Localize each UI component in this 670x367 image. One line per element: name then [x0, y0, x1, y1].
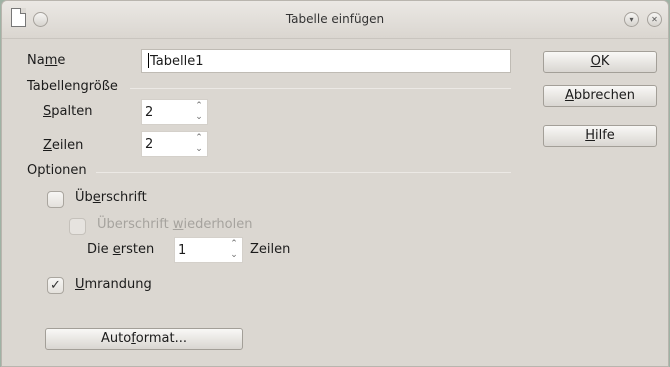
spin-up-icon[interactable]: ⌃: [230, 239, 238, 249]
title-bar: Tabelle einfügen ▾ ✕: [2, 1, 668, 39]
rows-value: 2: [145, 137, 154, 152]
border-checkbox[interactable]: ✓: [47, 277, 64, 294]
first-rows-value: 1: [178, 243, 187, 258]
insert-table-dialog: Tabelle einfügen ▾ ✕ Name Tabelle1 Tabel…: [1, 0, 669, 367]
spin-down-icon[interactable]: ⌄: [195, 112, 203, 122]
window-title: Tabelle einfügen: [285, 12, 385, 26]
columns-spin-arrows[interactable]: ⌃ ⌄: [193, 101, 205, 123]
columns-spinbox[interactable]: 2 ⌃ ⌄: [141, 99, 208, 125]
table-size-separator: [130, 88, 511, 89]
heading-label[interactable]: Überschrift: [75, 190, 147, 205]
rows-label: Zeilen: [43, 138, 84, 153]
first-rows-spinbox[interactable]: 1 ⌃ ⌄: [174, 237, 243, 263]
border-label[interactable]: Umrandung: [75, 277, 152, 292]
name-label: Name: [27, 53, 66, 68]
first-rows-spin-arrows[interactable]: ⌃ ⌄: [228, 239, 240, 261]
columns-value: 2: [145, 105, 154, 120]
spin-down-icon[interactable]: ⌄: [195, 144, 203, 154]
checkmark-icon: ✓: [50, 278, 61, 293]
spin-down-icon[interactable]: ⌄: [230, 250, 238, 260]
first-rows-label: Die ersten: [87, 242, 155, 257]
columns-label: Spalten: [43, 104, 93, 119]
minimize-icon[interactable]: ▾: [624, 12, 639, 27]
ok-button[interactable]: OK: [543, 51, 657, 73]
close-icon[interactable]: ✕: [647, 12, 662, 27]
repeat-heading-checkbox[interactable]: [69, 218, 86, 235]
text-caret: [148, 53, 149, 68]
first-rows-suffix: Zeilen: [250, 242, 291, 257]
help-button[interactable]: Hilfe: [543, 125, 657, 147]
spin-up-icon[interactable]: ⌃: [195, 133, 203, 143]
cancel-button[interactable]: Abbrechen: [543, 85, 657, 107]
rows-spinbox[interactable]: 2 ⌃ ⌄: [141, 131, 208, 157]
heading-checkbox[interactable]: [47, 191, 64, 208]
options-separator: [96, 172, 511, 173]
repeat-heading-label[interactable]: Überschrift wiederholen: [97, 217, 252, 232]
table-name-input[interactable]: Tabelle1: [141, 49, 511, 73]
table-size-heading: Tabellengröße: [27, 79, 118, 94]
autoformat-button[interactable]: Autoformat...: [45, 328, 243, 350]
table-name-value: Tabelle1: [150, 54, 204, 69]
options-heading: Optionen: [27, 163, 87, 178]
rows-spin-arrows[interactable]: ⌃ ⌄: [193, 133, 205, 155]
spin-up-icon[interactable]: ⌃: [195, 101, 203, 111]
